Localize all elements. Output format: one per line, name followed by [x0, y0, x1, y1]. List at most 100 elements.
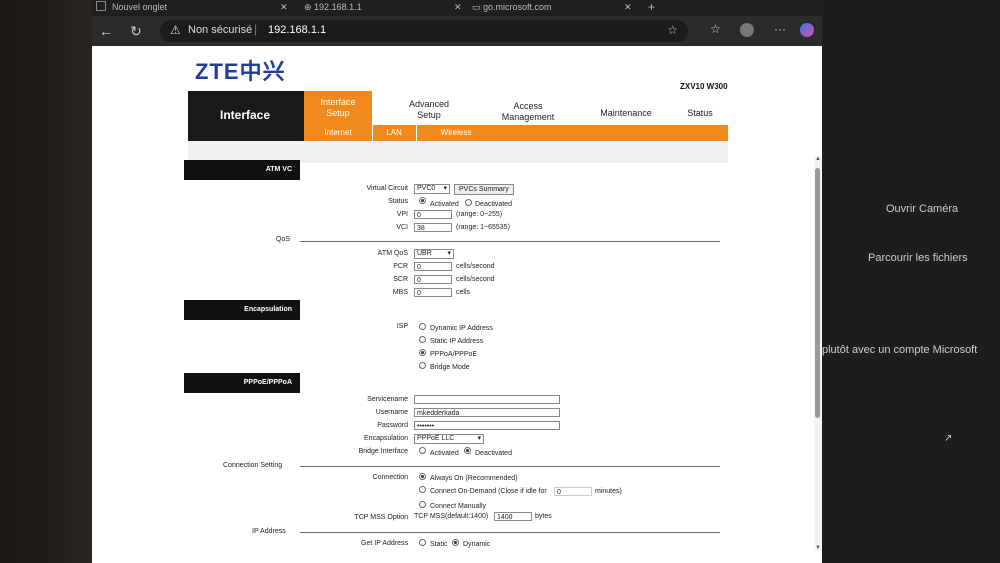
pvcs-summary-button[interactable]: PVCs Summary — [454, 184, 514, 195]
security-label: Non sécurisé — [188, 24, 253, 36]
tcp-mss-input[interactable]: 1400 — [494, 512, 532, 521]
tab-close-icon[interactable]: ✕ — [454, 0, 462, 16]
subtab-lan[interactable]: LAN — [372, 125, 417, 141]
manual-radio[interactable] — [419, 501, 426, 508]
tab-line: Management — [501, 112, 555, 122]
username-input[interactable]: mkedderkada — [414, 408, 560, 417]
tab-nouvel-onglet[interactable]: Nouvel onglet — [96, 0, 167, 16]
username-label: Username — [375, 409, 408, 416]
scr-input[interactable]: 0 — [414, 275, 452, 284]
pcr-unit: cells/second — [456, 263, 495, 270]
ip-static-label: Static — [430, 541, 448, 548]
virtual-circuit-select[interactable]: PVC0 — [414, 184, 450, 194]
pppoa-pppoe-label: PPPoA/PPPoE — [430, 351, 478, 358]
status-activated-radio[interactable] — [419, 197, 426, 204]
pcr-input[interactable]: 0 — [414, 262, 452, 271]
pppoa-pppoe-radio[interactable] — [419, 349, 426, 356]
back-arrow-icon[interactable]: ← — [96, 21, 116, 41]
tab-line: Advanced — [408, 99, 450, 109]
pcr-label: PCR — [393, 263, 408, 270]
tab-maintenance[interactable]: Maintenance — [584, 91, 668, 125]
encapsulation-label: Encapsulation — [364, 435, 408, 442]
always-on-radio[interactable] — [419, 473, 426, 480]
bridge-activated-radio[interactable] — [419, 447, 426, 454]
vci-input[interactable]: 38 — [414, 223, 452, 232]
tab-microsoft[interactable]: ▭ go.microsoft.com — [472, 0, 552, 16]
ip-static-radio[interactable] — [419, 539, 426, 546]
tab-line: Status — [687, 108, 713, 118]
tab-status[interactable]: Status — [672, 91, 728, 125]
address-separator: | — [254, 22, 258, 36]
tab-interface-setup[interactable]: Interface Setup — [304, 91, 372, 125]
scroll-up-icon[interactable]: ▲ — [814, 156, 822, 162]
encapsulation-header: Encapsulation — [184, 300, 300, 320]
globe-icon: ⊕ — [304, 2, 315, 12]
password-label: Password — [377, 422, 408, 429]
bridge-mode-radio[interactable] — [419, 362, 426, 369]
zte-logo: ZTE中兴 — [195, 54, 286, 86]
tab-advanced-setup[interactable]: Advanced Setup — [384, 91, 474, 125]
encapsulation-select[interactable]: PPPoE LLC — [414, 434, 484, 444]
connection-label: Connection — [372, 474, 408, 481]
idle-minutes-input[interactable]: 0 — [554, 487, 592, 496]
tab-access-management[interactable]: Access Management — [478, 91, 578, 125]
tab-close-icon[interactable]: ✕ — [280, 0, 288, 16]
minutes-label: minutes) — [595, 488, 622, 495]
logo-latin: ZTE — [195, 59, 240, 84]
main-navigation: Interface Interface Setup Advanced Setup A… — [188, 91, 728, 141]
tab-close-icon[interactable]: ✕ — [624, 0, 632, 16]
new-tab-button[interactable]: + — [648, 0, 655, 16]
section-title: Interface — [188, 91, 304, 141]
scroll-down-icon[interactable]: ▼ — [814, 545, 822, 551]
address-bar[interactable]: ⚠ Non sécurisé | 192.168.1.1 ☆ — [160, 20, 688, 42]
status-activated-label: Activated — [430, 201, 459, 208]
bridge-activated-label: Activated — [430, 450, 459, 457]
status-deactivated-radio[interactable] — [465, 199, 472, 206]
microsoft-account-text: plutôt avec un compte Microsoft — [822, 344, 978, 356]
url-text[interactable]: 192.168.1.1 — [268, 24, 326, 36]
favorite-star-icon[interactable]: ☆ — [667, 23, 678, 37]
screen-bezel — [0, 0, 92, 563]
model-name: ZXV10 W300 — [680, 82, 728, 91]
subtab-wireless[interactable]: Wireless — [416, 125, 496, 141]
scroll-thumb[interactable] — [815, 168, 820, 418]
dynamic-ip-radio[interactable] — [419, 323, 426, 330]
warning-icon: ⚠ — [170, 23, 181, 37]
more-menu-icon[interactable]: ··· — [774, 22, 786, 36]
bridge-interface-label: Bridge Interface — [358, 448, 408, 455]
manual-label: Connect Manually — [430, 503, 487, 510]
vpi-input[interactable]: 0 — [414, 210, 452, 219]
router-page: ZTE中兴 ZXV10 W300 Interface Interface Setu… — [92, 46, 822, 563]
ip-address-header: IP Address — [252, 528, 286, 535]
tab-label: Nouvel onglet — [112, 2, 168, 12]
favorites-icon[interactable]: ☆ — [710, 22, 721, 36]
browser-tab-strip: Nouvel onglet ✕ ⊕ 192.168.1.1 ✕ ▭ go.mic… — [92, 0, 822, 16]
atm-vc-header: ATM VC — [184, 160, 300, 180]
static-ip-radio[interactable] — [419, 336, 426, 343]
copilot-icon[interactable] — [800, 23, 814, 37]
open-camera-link[interactable]: Ouvrir Caméra — [886, 203, 958, 215]
tcp-mss-text: TCP MSS(default:1400) — [414, 513, 489, 520]
page-scrollbar[interactable]: ▲ ▼ — [814, 156, 822, 551]
atm-qos-select[interactable]: UBR — [414, 249, 454, 259]
browse-files-link[interactable]: Parcourir les fichiers — [868, 252, 968, 264]
reload-icon[interactable]: ↻ — [126, 21, 146, 41]
status-deactivated-label: Deactivated — [475, 201, 512, 208]
on-demand-radio[interactable] — [419, 486, 426, 493]
browser-toolbar: ← ↻ ⚠ Non sécurisé | 192.168.1.1 ☆ ☆ ··· — [92, 16, 822, 46]
scr-label: SCR — [393, 276, 408, 283]
subtab-internet[interactable]: Internet — [304, 125, 373, 141]
profile-avatar[interactable] — [740, 23, 754, 37]
mbs-input[interactable]: 0 — [414, 288, 452, 297]
bridge-deactivated-radio[interactable] — [464, 447, 471, 454]
ip-dynamic-label: Dynamic — [463, 541, 491, 548]
virtual-circuit-label: Virtual Circuit — [366, 185, 409, 192]
vci-label: VCI — [396, 224, 408, 231]
section-title-text: Interface — [220, 108, 271, 122]
servicename-input[interactable] — [414, 395, 560, 404]
ip-dynamic-radio[interactable] — [452, 539, 459, 546]
tab-router[interactable]: ⊕ 192.168.1.1 — [304, 0, 362, 16]
password-input[interactable]: ••••••• — [414, 421, 560, 430]
external-link-icon[interactable]: ↗ — [944, 433, 952, 444]
get-ip-label: Get IP Address — [361, 540, 408, 547]
